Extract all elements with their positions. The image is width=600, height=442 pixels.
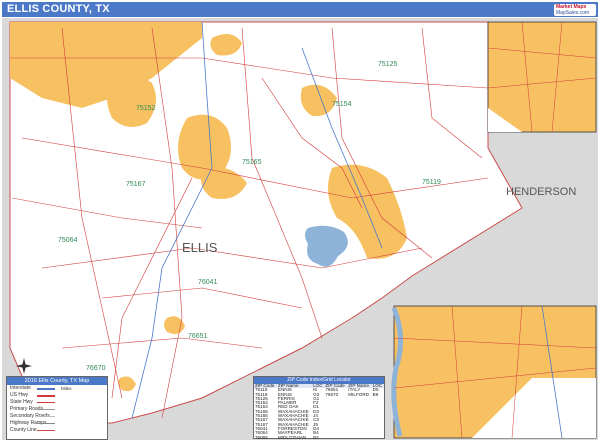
inset-map-north bbox=[487, 21, 597, 133]
zip-label: 75167 bbox=[126, 181, 146, 188]
zip-index-cell bbox=[372, 436, 384, 440]
map-frame: ELLIS COUNTY, TX Market Maps MapSales.co… bbox=[0, 0, 600, 442]
legend-row: County Line bbox=[7, 427, 107, 434]
legend-title: 2016 Ellis County, TX Map bbox=[7, 377, 107, 385]
neighbor-county-label: HENDERSON bbox=[506, 186, 576, 198]
map-legend: 2016 Ellis County, TX Map Interstate US … bbox=[6, 376, 108, 440]
zip-label: 75165 bbox=[242, 159, 262, 166]
zip-index-cell bbox=[324, 436, 347, 440]
zip-label: 75125 bbox=[378, 61, 398, 68]
zip-index-table: ZIP Code Index/Grid Locator ZIP Code ZIP … bbox=[253, 376, 385, 440]
zip-label: 76651 bbox=[188, 333, 208, 340]
legend-row-label: County Line bbox=[10, 427, 37, 433]
map-title: ELLIS COUNTY, TX bbox=[7, 3, 110, 15]
legend-row: Secondary Roads bbox=[7, 413, 107, 420]
county-label: ELLIS bbox=[182, 240, 218, 255]
inset-map-south bbox=[391, 305, 597, 439]
legend-row-label: Interstate bbox=[10, 385, 31, 391]
legend-row: US Hwy bbox=[7, 392, 107, 399]
zip-label: 75152 bbox=[136, 105, 156, 112]
zip-index-row: 76065 MIDLOTHIAN B2 bbox=[254, 434, 384, 440]
zip-label: 75119 bbox=[422, 179, 441, 186]
scale-label: Miles bbox=[61, 386, 72, 391]
legend-row: Highway Ramps bbox=[7, 420, 107, 427]
legend-row: Interstate bbox=[7, 385, 107, 392]
zip-label: 75154 bbox=[332, 101, 352, 108]
legend-row: Primary Roads bbox=[7, 406, 107, 413]
logo-line2: MapSales.com bbox=[556, 10, 590, 16]
legend-row-label: US Hwy bbox=[10, 392, 29, 398]
legend-row: State Hwy bbox=[7, 399, 107, 406]
zip-index-cell: 76065 bbox=[255, 434, 268, 440]
title-bar: ELLIS COUNTY, TX Market Maps MapSales.co… bbox=[2, 2, 598, 17]
zip-index-cell: B2 bbox=[313, 434, 319, 440]
zip-label: 76670 bbox=[86, 365, 106, 372]
zip-index-cell bbox=[347, 436, 371, 440]
zip-label: 75064 bbox=[58, 237, 78, 244]
zip-index-cell: MILFORD bbox=[348, 391, 369, 397]
legend-row-label: State Hwy bbox=[10, 399, 33, 405]
zip-index-grid: ZIP Code ZIP Name LOC ZIP Code ZIP Name LOC 75… bbox=[254, 383, 384, 440]
zip-index-cell: MIDLOTHIAN bbox=[277, 434, 307, 440]
zip-index-header: ZIP Code ZIP Name LOC ZIP Code ZIP Name LOC bbox=[254, 383, 384, 389]
publisher-logo: Market Maps MapSales.com bbox=[554, 4, 596, 16]
zip-label: 76041 bbox=[198, 279, 218, 286]
